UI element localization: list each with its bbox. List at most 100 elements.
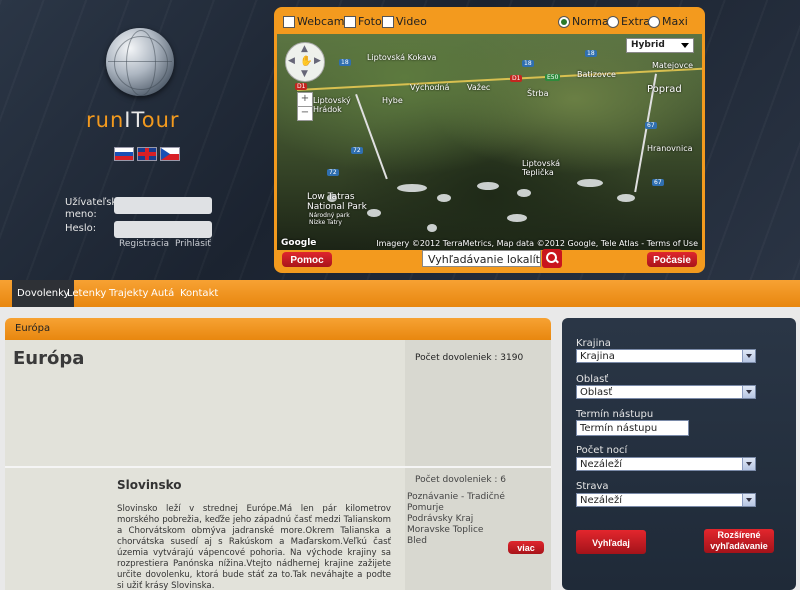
road-shield: 72 [351, 147, 363, 154]
date-input[interactable]: Termín nástupu [576, 420, 689, 436]
map-label: Štrba [527, 89, 549, 98]
menu-item-ferries[interactable]: Trajekty [109, 280, 148, 307]
extra-radio[interactable] [607, 16, 619, 28]
help-button[interactable]: Pomoc [282, 252, 332, 267]
date-label: Termín nástupu [576, 409, 654, 420]
zoom-in-button[interactable]: + [297, 92, 313, 107]
place-list: Poznávanie - Tradičné Pomurje Podrávsky … [407, 492, 505, 547]
chevron-down-icon [742, 350, 755, 362]
password-label: Heslo: [65, 223, 97, 234]
road-shield: 67 [645, 122, 657, 129]
region-select[interactable]: Oblasť [576, 385, 756, 399]
map-type-select[interactable]: Hybrid [626, 38, 694, 53]
location-search-input[interactable]: Vyhľadávanie lokalít [422, 250, 541, 267]
globe-icon [106, 28, 174, 96]
list-item[interactable]: Moravske Toplice [407, 525, 505, 536]
satellite-map[interactable]: ▲ ▼ ◀ ▶ ✋ + − Hybrid Liptovská Kokava Vý… [277, 34, 702, 250]
nights-label: Počet nocí [576, 445, 628, 456]
road-shield: D1 [510, 75, 523, 82]
list-item[interactable]: Poznávanie - Tradičné [407, 492, 505, 503]
main-menu: Dovolenky Letenky Trajekty Autá Kontakt [0, 280, 800, 307]
chevron-down-icon [742, 494, 755, 506]
weather-button[interactable]: Počasie [647, 252, 697, 267]
map-label: Národný park Nízke Tatry [309, 212, 350, 226]
map-label: Liptovská Teplička [522, 159, 561, 177]
register-link[interactable]: Registrácia [119, 239, 169, 249]
road-shield: E50 [545, 74, 561, 81]
brand-name: runITour [86, 108, 180, 132]
menu-item-contact[interactable]: Kontakt [180, 280, 218, 307]
normal-radio[interactable] [558, 16, 570, 28]
pan-left-icon[interactable]: ◀ [288, 56, 295, 66]
country-title[interactable]: Slovinsko [117, 478, 182, 492]
hand-icon: ✋ [300, 56, 313, 67]
webcams-label: Webcams [297, 15, 351, 28]
road-shield: 18 [522, 60, 534, 67]
country-select[interactable]: Krajina [576, 349, 756, 363]
photo-label: Foto [358, 15, 382, 28]
video-checkbox[interactable] [382, 16, 394, 28]
advanced-search-button[interactable]: Rozšírené vyhľadávanie [704, 529, 774, 553]
board-select[interactable]: Nezáleží [576, 493, 756, 507]
destination-card: Európa Počet dovoleniek : 3190 Slovinsko… [5, 340, 551, 591]
language-switcher [114, 147, 180, 161]
map-panel: Webcams Foto Video Normal Extra Maxi ▲ ▼… [274, 7, 705, 273]
czech-flag-icon[interactable] [160, 147, 180, 161]
search-icon[interactable] [542, 249, 562, 268]
road-shield: 18 [339, 59, 351, 66]
map-pan-control[interactable]: ▲ ▼ ◀ ▶ ✋ [285, 42, 325, 82]
pan-down-icon[interactable]: ▼ [301, 69, 308, 79]
map-label: Low Tatras National Park [307, 192, 367, 212]
chevron-down-icon [742, 458, 755, 470]
webcams-checkbox[interactable] [283, 16, 295, 28]
map-label: Liptovská Kokava [367, 53, 437, 62]
board-label: Strava [576, 481, 609, 492]
password-input[interactable] [114, 221, 212, 238]
chevron-down-icon [742, 386, 755, 398]
maxi-label: Maxi [662, 15, 688, 28]
maxi-radio[interactable] [648, 16, 660, 28]
map-label: Važec [467, 83, 491, 92]
pan-up-icon[interactable]: ▲ [301, 44, 308, 54]
pan-right-icon[interactable]: ▶ [314, 56, 321, 66]
holiday-count: Počet dovoleniek : 3190 [415, 353, 524, 363]
zoom-out-button[interactable]: − [297, 106, 313, 121]
road-shield: 18 [585, 50, 597, 57]
map-label: Matejovce [652, 61, 694, 70]
site-logo[interactable]: runITour [82, 28, 222, 143]
normal-label: Normal [572, 15, 612, 28]
list-item[interactable]: Pomurje [407, 503, 505, 514]
map-label: Hranovnica [647, 144, 693, 153]
uk-flag-icon[interactable] [137, 147, 157, 161]
map-label: Batizovce [577, 70, 616, 79]
username-input[interactable] [114, 197, 212, 214]
menu-item-cars[interactable]: Autá [151, 280, 174, 307]
search-panel: Krajina Krajina Oblasť Oblasť Termín nás… [562, 318, 796, 590]
menu-item-holidays[interactable]: Dovolenky [12, 280, 75, 307]
map-label: Poprad [647, 84, 682, 95]
map-label: Východná [410, 83, 450, 92]
map-attribution: Imagery ©2012 TerraMetrics, Map data ©20… [376, 239, 698, 248]
username-label: Užívateľské meno: [65, 197, 124, 220]
nights-select[interactable]: Nezáleží [576, 457, 756, 471]
page-title: Európa [13, 348, 85, 369]
search-button[interactable]: Vyhľadaj [576, 530, 646, 554]
extra-label: Extra [621, 15, 651, 28]
region-label: Oblasť [576, 374, 609, 385]
map-label: Hybe [382, 96, 403, 105]
country-label: Krajina [576, 338, 611, 349]
country-holiday-count: Počet dovoleniek : 6 [415, 475, 507, 485]
login-link[interactable]: Prihlásiť [175, 239, 211, 249]
road-shield: 72 [327, 169, 339, 176]
country-description: Slovinsko leží v strednej Európe.Má len … [117, 504, 391, 591]
slovak-flag-icon[interactable] [114, 147, 134, 161]
map-label: Liptovský Hrádok [313, 96, 351, 114]
list-item[interactable]: Podrávsky Kraj [407, 514, 505, 525]
video-label: Video [396, 15, 427, 28]
more-button[interactable]: viac [508, 541, 544, 554]
list-item[interactable]: Bled [407, 536, 505, 547]
menu-item-flights[interactable]: Letenky [67, 280, 106, 307]
google-logo: Google [281, 238, 317, 248]
photo-checkbox[interactable] [344, 16, 356, 28]
road-shield: 67 [652, 179, 664, 186]
